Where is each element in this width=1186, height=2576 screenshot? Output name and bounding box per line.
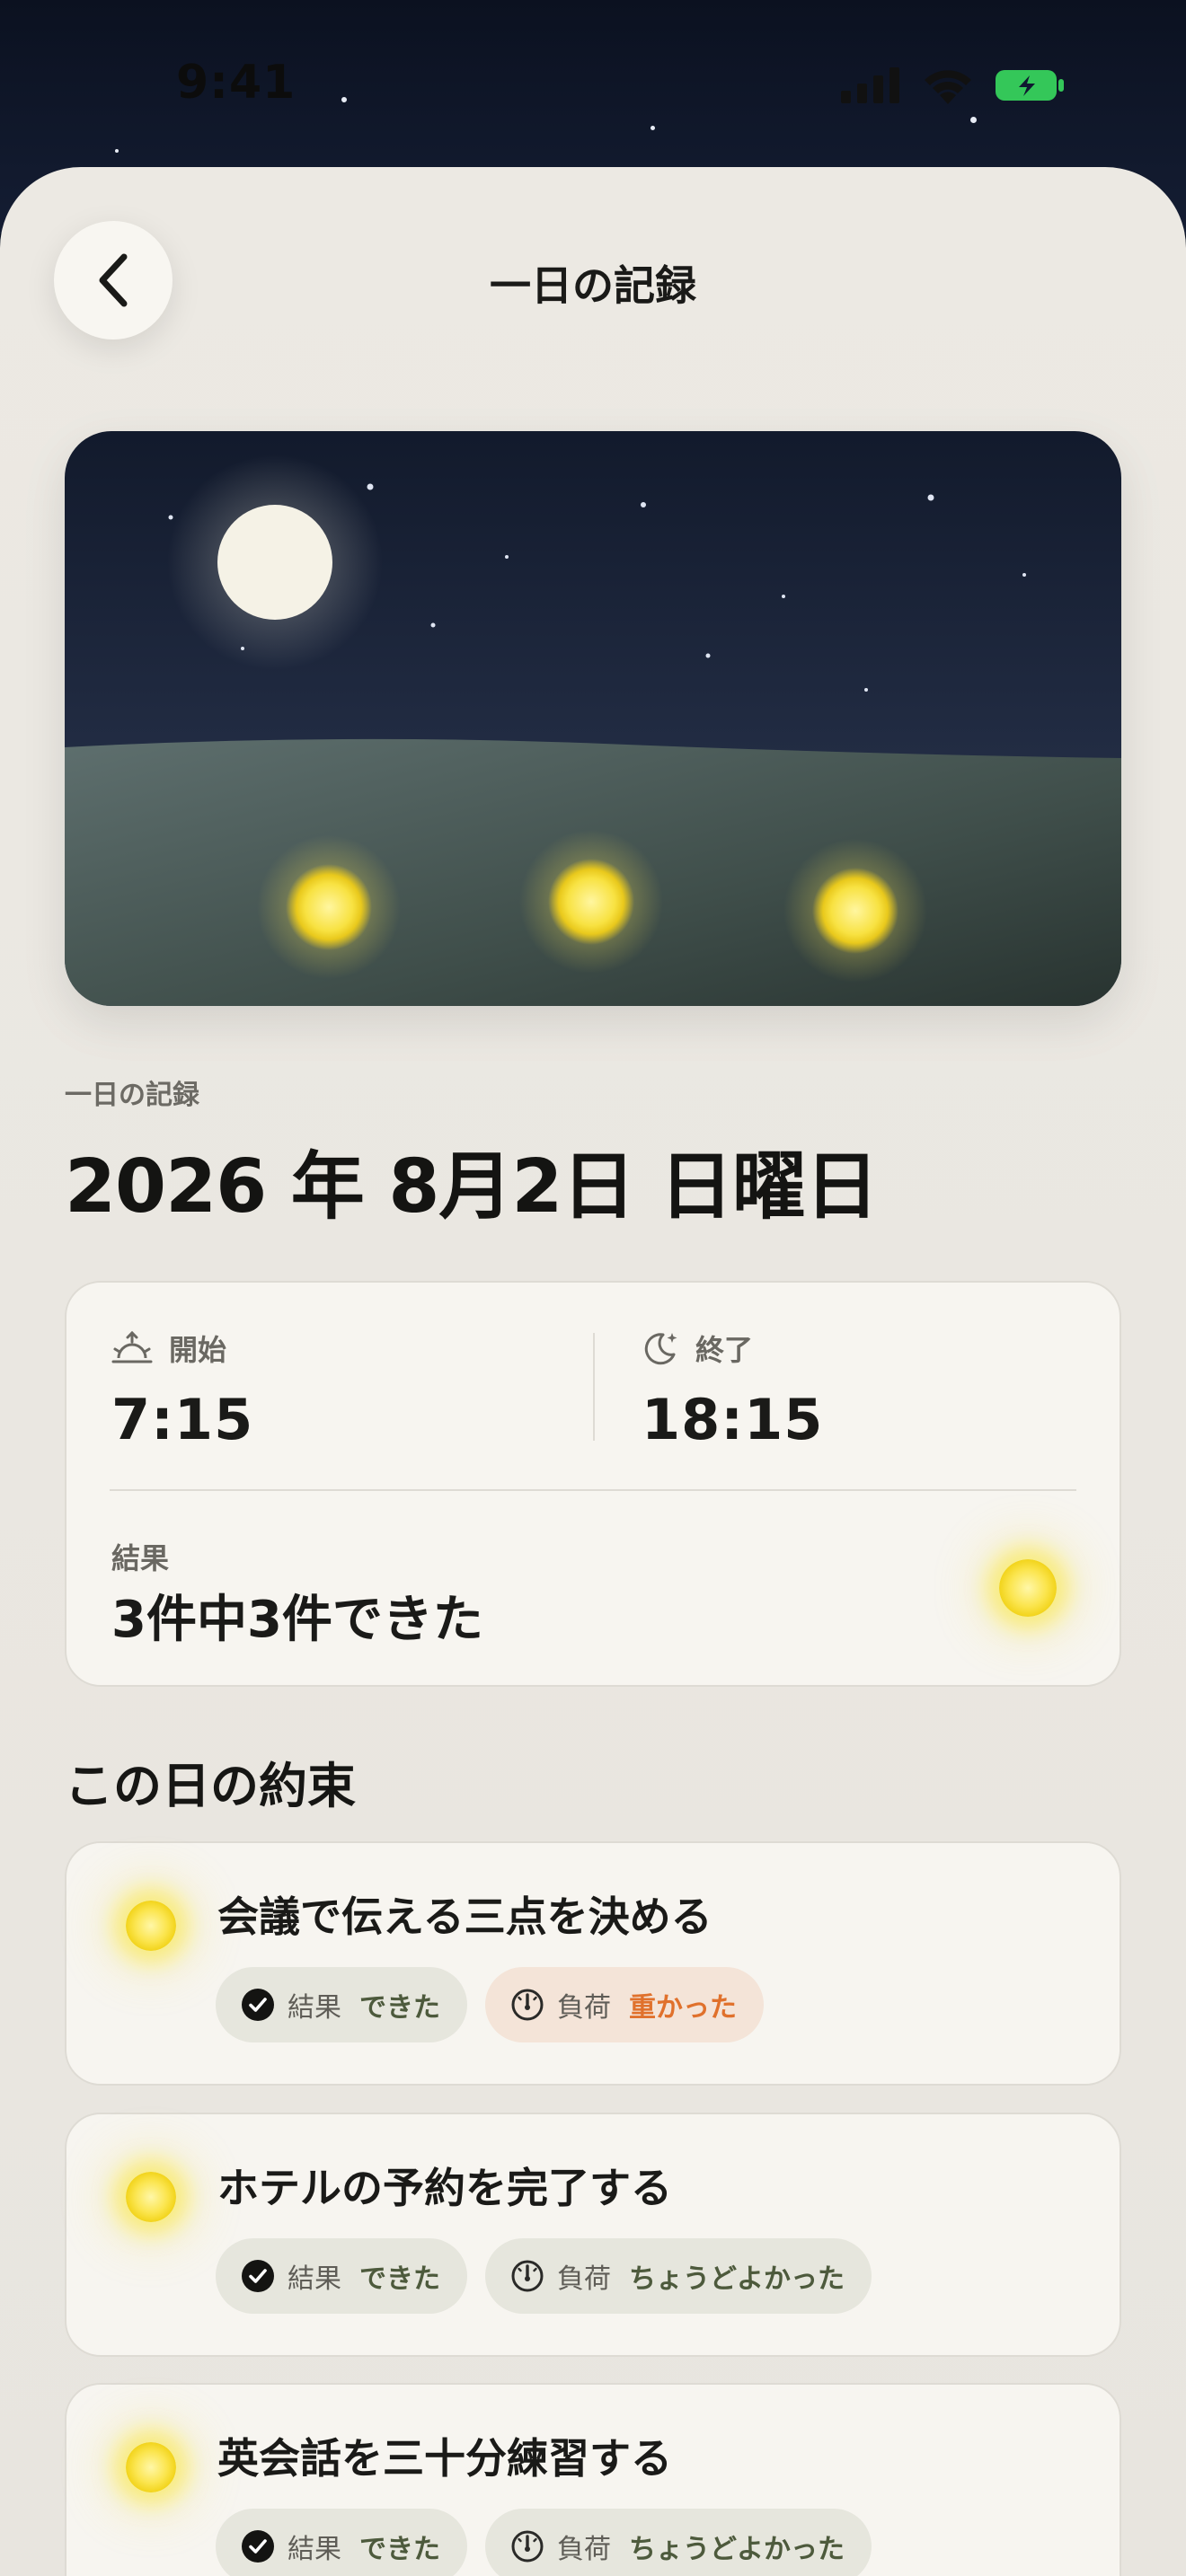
- battery-icon: [996, 70, 1064, 101]
- start-time-block: 開始 7:15: [111, 1328, 253, 1452]
- divider: [593, 1333, 595, 1441]
- result-chip: 結果 できた: [216, 2238, 467, 2314]
- promise-card[interactable]: 会議で伝える三点を決める 結果 できた 負荷 重かった: [65, 1841, 1121, 2086]
- end-label: 終了: [695, 1333, 754, 1367]
- promise-title: ホテルの予約を完了する: [217, 2164, 672, 2212]
- status-bar: 9:41: [0, 0, 1186, 171]
- section-eyebrow: 一日の記録: [65, 1080, 199, 1111]
- result-value: 3件中3件できた: [111, 1591, 483, 1649]
- signal-icon: [841, 67, 899, 103]
- promise-card[interactable]: ホテルの予約を完了する 結果 できた 負荷 ちょうどよかった: [65, 2113, 1121, 2357]
- gauge-icon: [511, 2260, 544, 2292]
- gauge-icon: [511, 1989, 544, 2021]
- back-chevron-icon: [99, 253, 128, 307]
- status-icons: [841, 66, 1064, 104]
- load-chip: 負荷 ちょうどよかった: [485, 2238, 872, 2314]
- load-chip: 負荷 ちょうどよかった: [485, 2509, 872, 2576]
- page-title: 一日の記録: [490, 261, 696, 310]
- firefly-icon: [999, 1559, 1057, 1617]
- wifi-icon: [925, 70, 971, 104]
- firefly-icon: [126, 1901, 176, 1951]
- check-circle-icon: [242, 1989, 274, 2021]
- check-circle-icon: [242, 2530, 274, 2563]
- promise-title: 会議で伝える三点を決める: [217, 1892, 712, 1941]
- start-label: 開始: [169, 1333, 227, 1367]
- result-chip: 結果 できた: [216, 2509, 467, 2576]
- divider: [110, 1489, 1076, 1491]
- check-circle-icon: [242, 2260, 274, 2292]
- date-title: 2026 年 8月2日 日曜日: [65, 1144, 879, 1230]
- firefly-icon: [126, 2442, 176, 2492]
- gauge-icon: [511, 2530, 544, 2563]
- result-label: 結果: [111, 1541, 170, 1575]
- moon-icon: [644, 1333, 677, 1365]
- hero-illustration: [65, 431, 1121, 1006]
- status-time: 9:41: [176, 56, 296, 110]
- back-button[interactable]: [54, 221, 173, 340]
- promises-section-title: この日の約束: [65, 1758, 356, 1814]
- day-summary-card: 開始 7:15 終了 18:15 結果 3件中3件できた: [65, 1281, 1121, 1687]
- promise-title: 英会話を三十分練習する: [217, 2434, 672, 2483]
- firefly-icon: [126, 2172, 176, 2222]
- load-chip: 負荷 重かった: [485, 1967, 764, 2042]
- sunrise-icon: [111, 1331, 153, 1363]
- promise-card[interactable]: 英会話を三十分練習する 結果 できた 負荷 ちょうどよかった: [65, 2383, 1121, 2576]
- end-time: 18:15: [642, 1387, 824, 1452]
- start-time: 7:15: [111, 1387, 254, 1452]
- end-time-block: 終了 18:15: [642, 1328, 823, 1452]
- result-chip: 結果 できた: [216, 1967, 467, 2042]
